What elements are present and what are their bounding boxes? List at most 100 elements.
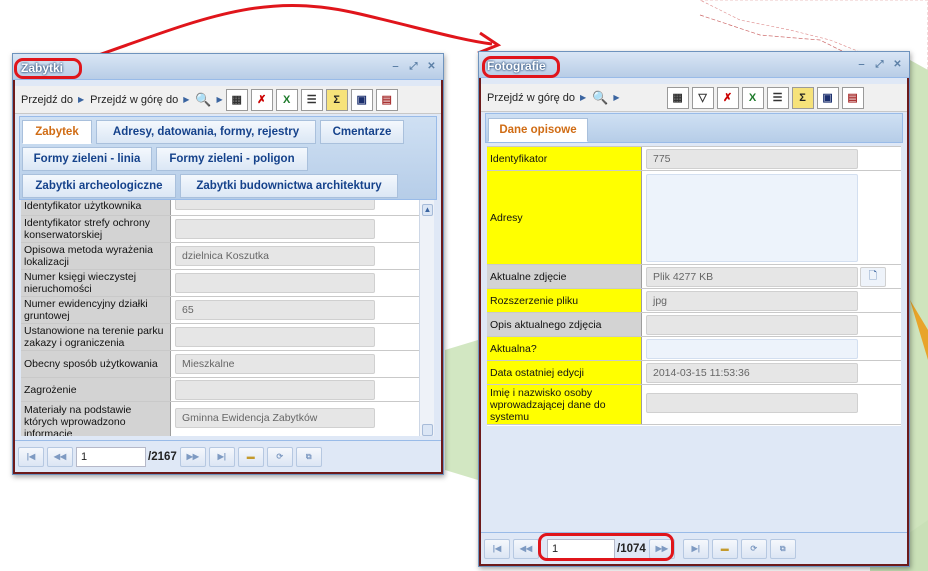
field-label: Materiały na podstawie których wprowadzo… [21, 402, 171, 436]
search-icon: 🔍 [592, 89, 609, 105]
goto-up-menu[interactable]: Przejdź w górę do ▶ [90, 94, 189, 106]
toolbar: Przejdź w górę do ▶ 🔍 ▶ ▦ ▽ ✗ X ☰ Σ ▣ ▤ [481, 84, 907, 112]
tab-zabytki-budownictwa[interactable]: Zabytki budownictwa architektury [180, 174, 398, 198]
goto-label: Przejdź do [21, 93, 73, 106]
last-page-icon[interactable]: ▶| [682, 538, 709, 559]
tab-strip: Zabytek Adresy, datowania, formy, rejest… [19, 116, 437, 200]
filter-icon[interactable]: ▽ [691, 86, 714, 109]
field-value[interactable]: 775 [646, 149, 858, 169]
goto-menu[interactable]: Przejdź do ▶ [21, 94, 84, 106]
field-value[interactable]: Plik 4277 KB [646, 267, 858, 287]
field-value[interactable] [646, 339, 858, 359]
arrow-right-icon: ▶ [77, 95, 85, 104]
arrow-right-icon: ▶ [580, 93, 587, 102]
field-value[interactable]: jpg [646, 291, 858, 311]
copy-icon[interactable]: ⧉ [769, 538, 796, 559]
excel-icon[interactable]: X [741, 86, 764, 109]
field-value[interactable] [175, 273, 375, 293]
close-icon[interactable]: ✕ [426, 61, 437, 72]
window-fotografie: Fotografie ‒ ⤢ ✕ Przejdź w górę do ▶ 🔍 ▶ ▦… [478, 51, 910, 567]
clear-selection-icon[interactable]: ✗ [250, 88, 273, 111]
field-value[interactable]: 2014-03-15 11:53:36 [646, 363, 858, 383]
field-label: Identyfikator użytkownika [21, 200, 171, 215]
prev-page-icon[interactable]: ◀◀ [47, 446, 73, 467]
copy-icon[interactable]: ⧉ [295, 446, 322, 467]
next-page-icon[interactable]: ▶▶ [179, 446, 206, 467]
maximize-icon[interactable]: ⤢ [408, 61, 419, 72]
field-value[interactable] [646, 174, 858, 262]
field-value[interactable] [646, 393, 858, 413]
table-row: Rozszerzenie pliku jpg [487, 289, 901, 313]
prev-page-icon[interactable]: ◀◀ [513, 538, 539, 559]
table-row: Numer ewidencyjny działki gruntowej 65 [21, 297, 421, 324]
field-label: Aktualna? [487, 337, 642, 360]
highlight-title-fotografie [482, 56, 560, 78]
excel-icon[interactable]: X [275, 88, 298, 111]
table-row: Ustanowione na terenie parku zakazy i og… [21, 324, 421, 351]
arrow-right-icon: ▶ [216, 95, 223, 104]
field-label: Numer księgi wieczystej nieruchomości [21, 270, 171, 296]
table-icon[interactable]: ☰ [300, 88, 323, 111]
field-value[interactable]: 65 [175, 300, 375, 320]
field-value[interactable] [175, 219, 375, 239]
table-row: Identyfikator użytkownika [21, 200, 421, 216]
table-icon[interactable]: ☰ [766, 86, 789, 109]
table-row: Aktualna? [487, 337, 901, 361]
field-value[interactable] [175, 380, 375, 400]
refresh-icon[interactable]: ⟳ [266, 446, 293, 467]
tab-dane-opisowe[interactable]: Dane opisowe [488, 118, 588, 142]
field-label: Identyfikator [487, 147, 642, 170]
field-value[interactable]: dzielnica Koszutka [175, 246, 375, 266]
tab-zabytek[interactable]: Zabytek [22, 120, 92, 144]
field-value[interactable] [175, 200, 375, 210]
highlight-title-zabytki [14, 58, 82, 79]
tab-formy-zieleni-linia[interactable]: Formy zieleni - linia [22, 147, 152, 171]
field-value[interactable] [175, 327, 375, 347]
search-menu[interactable]: 🔍 ▶ [592, 90, 619, 106]
scroll-up-icon[interactable]: ▲ [422, 204, 433, 216]
table-row: Obecny sposób użytkowania Mieszkalne [21, 351, 421, 378]
goto-up-menu[interactable]: Przejdź w górę do ▶ [487, 92, 586, 104]
open-folder-icon[interactable]: ▬ [711, 538, 738, 559]
refresh-icon[interactable]: ⟳ [740, 538, 767, 559]
scroll-thumb[interactable] [422, 424, 433, 436]
tab-formy-zieleni-poligon[interactable]: Formy zieleni - poligon [156, 147, 308, 171]
print-icon[interactable]: ▦ [666, 86, 689, 109]
save-icon[interactable]: ▣ [816, 86, 839, 109]
tab-zabytki-archeologiczne[interactable]: Zabytki archeologiczne [22, 174, 176, 198]
file-icon[interactable]: 🗋 [860, 267, 886, 287]
attribute-grid: Identyfikator 775 Adresy Aktualne zdjęci… [487, 146, 901, 426]
table-row: Opisowa metoda wyrażenia lokalizacji dzi… [21, 243, 421, 270]
field-value[interactable]: Gminna Ewidencja Zabytków [175, 408, 375, 428]
field-value[interactable]: Mieszkalne [175, 354, 375, 374]
save-icon[interactable]: ▣ [350, 88, 373, 111]
tab-adresy[interactable]: Adresy, datowania, formy, rejestry [96, 120, 316, 144]
field-label: Obecny sposób użytkowania [21, 351, 171, 377]
field-label: Opisowa metoda wyrażenia lokalizacji [21, 243, 171, 269]
table-row: Data ostatniej edycji 2014-03-15 11:53:3… [487, 361, 901, 385]
tab-cmentarze[interactable]: Cmentarze [320, 120, 404, 144]
print-icon[interactable]: ▦ [225, 88, 248, 111]
field-label: Data ostatniej edycji [487, 361, 642, 384]
minimize-icon[interactable]: ‒ [856, 59, 867, 70]
field-label: Numer ewidencyjny działki gruntowej [21, 297, 171, 323]
table-row: Materiały na podstawie których wprowadzo… [21, 402, 421, 436]
sum-icon[interactable]: Σ [791, 86, 814, 109]
minimize-icon[interactable]: ‒ [390, 61, 401, 72]
first-page-icon[interactable]: |◀ [18, 446, 44, 467]
vertical-scrollbar[interactable]: ▲ [419, 200, 434, 436]
open-folder-icon[interactable]: ▬ [237, 446, 264, 467]
page-input[interactable]: 1 [76, 446, 146, 467]
last-page-icon[interactable]: ▶| [208, 446, 235, 467]
maximize-icon[interactable]: ⤢ [874, 59, 885, 70]
field-label: Adresy [487, 171, 642, 264]
field-value[interactable] [646, 315, 858, 335]
clear-selection-icon[interactable]: ✗ [716, 86, 739, 109]
first-page-icon[interactable]: |◀ [484, 538, 510, 559]
search-menu[interactable]: 🔍 ▶ [195, 92, 222, 108]
report-icon[interactable]: ▤ [375, 88, 398, 111]
report-icon[interactable]: ▤ [841, 86, 864, 109]
table-row: Identyfikator 775 [487, 147, 901, 171]
close-icon[interactable]: ✕ [892, 59, 903, 70]
sum-icon[interactable]: Σ [325, 88, 348, 111]
